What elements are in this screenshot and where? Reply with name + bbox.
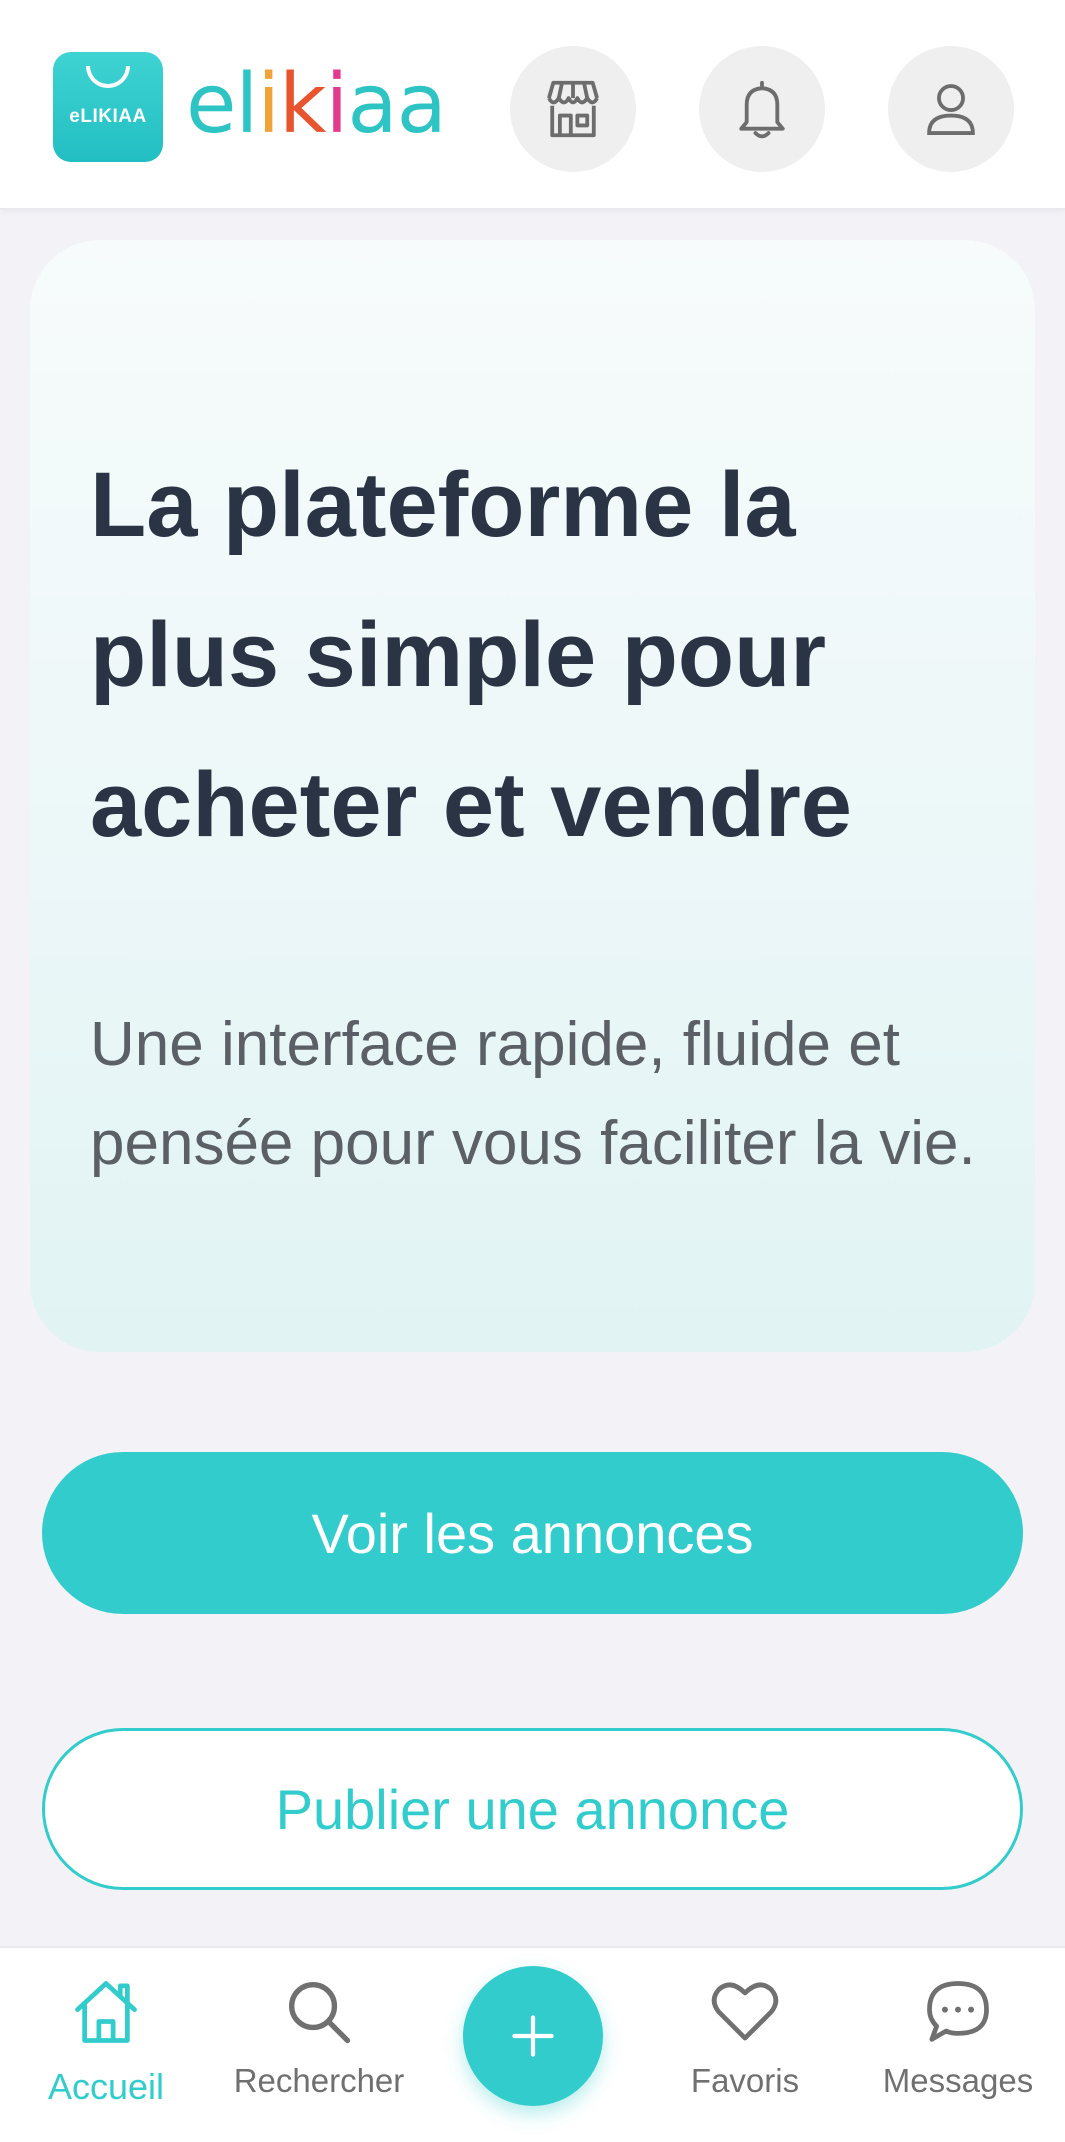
- brand-wordmark[interactable]: elikiaa: [186, 57, 447, 152]
- nav-item-messages[interactable]: Messages: [858, 1974, 1058, 2134]
- brand-letter: l: [235, 57, 258, 152]
- nav-label-home: Accueil: [47, 2066, 165, 2107]
- app-page: eLIKIAA elikiaa La plateforme la plus si…: [0, 0, 1065, 2142]
- chat-bubble-icon: [927, 1981, 989, 2042]
- bell-icon: [739, 80, 785, 139]
- brand-letter: e: [186, 57, 236, 152]
- nav-label-search: Rechercher: [233, 2062, 405, 2099]
- notifications-button[interactable]: [699, 46, 825, 172]
- brand-letter: i: [257, 57, 280, 152]
- bag-handle-shape: [86, 66, 130, 88]
- logo-icon-text: eLIKIAA: [69, 106, 147, 127]
- brand-letter: a: [347, 57, 397, 152]
- app-logo-icon[interactable]: eLIKIAA: [53, 52, 163, 162]
- account-button[interactable]: [888, 46, 1014, 172]
- nav-item-favorites[interactable]: Favoris: [645, 1974, 845, 2134]
- heart-icon: [711, 1982, 779, 2041]
- brand-letter: a: [396, 57, 447, 152]
- brand-letter: k: [279, 57, 326, 152]
- view-listings-button[interactable]: Voir les annonces: [42, 1452, 1023, 1614]
- hero-subtitle: Une interface rapide, fluide et pensée p…: [90, 1010, 976, 1178]
- top-header: eLIKIAA elikiaa: [0, 0, 1065, 210]
- create-listing-fab[interactable]: [463, 1966, 603, 2106]
- user-icon: [927, 84, 975, 135]
- store-icon: [547, 80, 599, 138]
- publish-listing-button[interactable]: Publier une annonce: [42, 1728, 1023, 1890]
- search-icon: [289, 1982, 351, 2044]
- nav-label-messages: Messages: [882, 2062, 1034, 2099]
- brand-letter: i: [325, 57, 349, 152]
- nav-item-home[interactable]: Accueil: [6, 1974, 206, 2134]
- home-icon: [75, 1981, 137, 2043]
- hero-card: La plateforme la plus simple pour achete…: [30, 240, 1035, 1352]
- plus-icon: [512, 2015, 554, 2057]
- hero-title: La plateforme la plus simple pour achete…: [90, 454, 852, 856]
- store-button[interactable]: [510, 46, 636, 172]
- nav-item-search[interactable]: Rechercher: [219, 1974, 419, 2134]
- nav-label-favorites: Favoris: [690, 2062, 800, 2099]
